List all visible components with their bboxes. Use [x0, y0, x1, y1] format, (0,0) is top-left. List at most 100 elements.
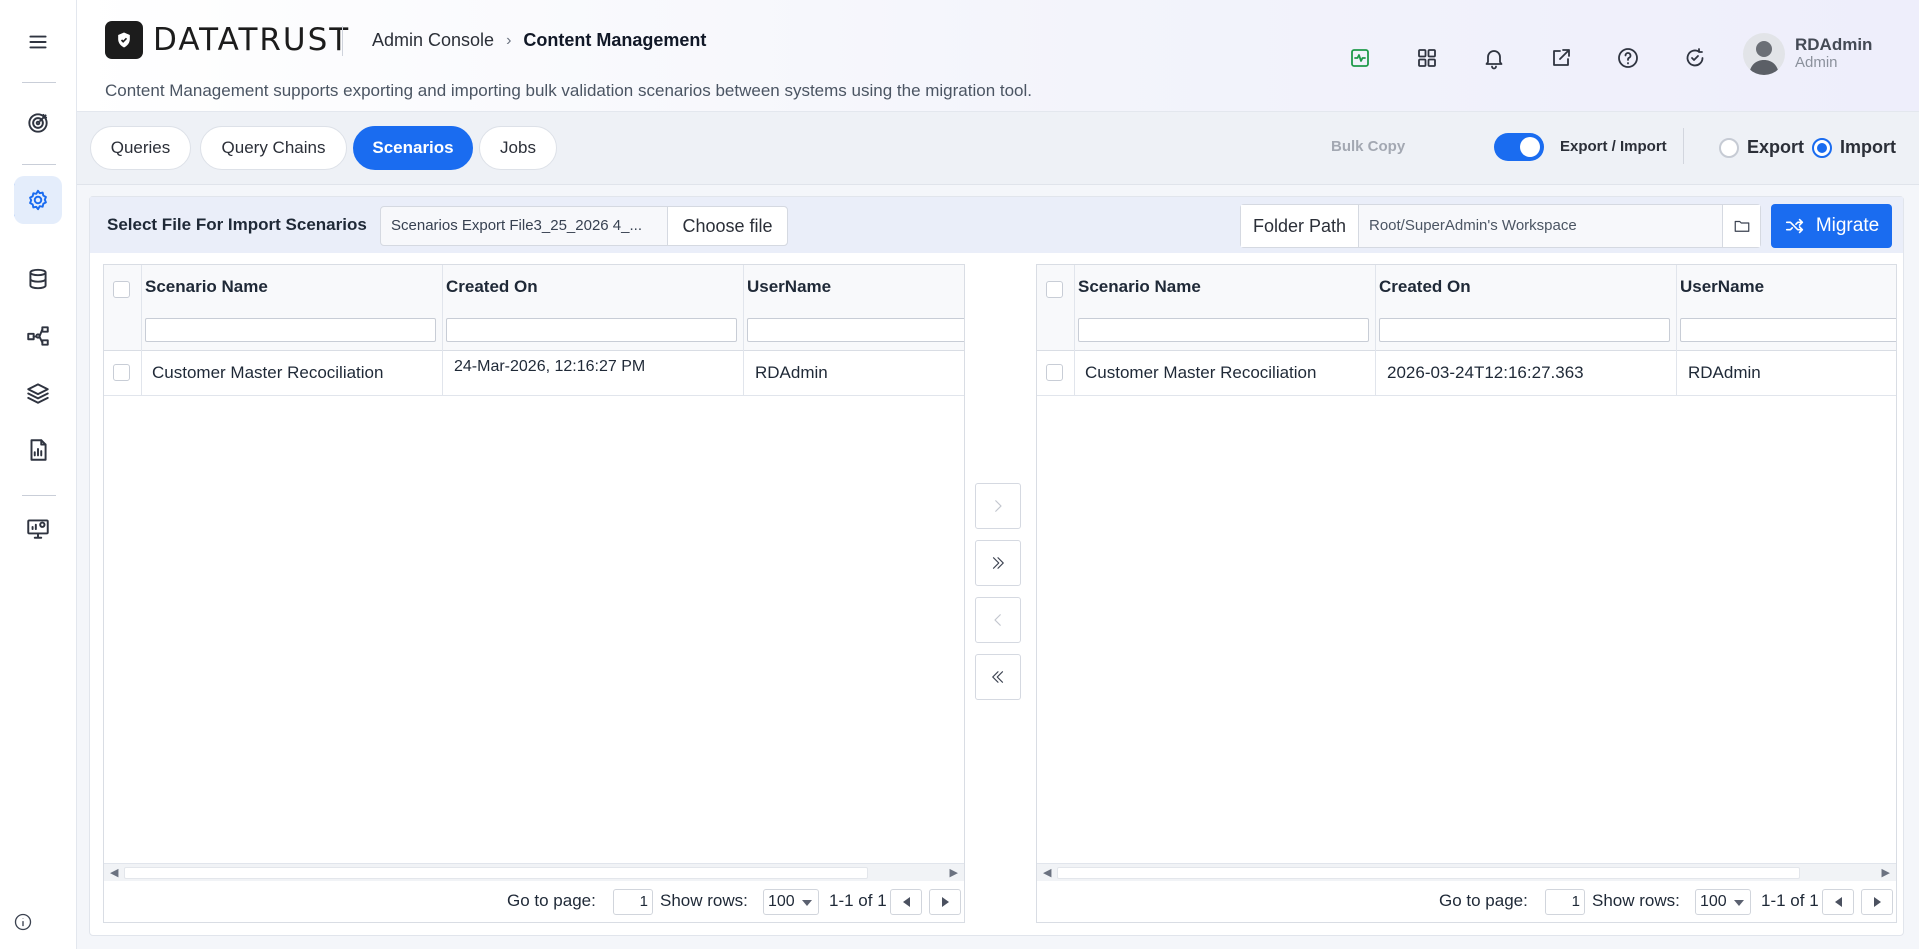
filter-input[interactable]	[446, 318, 737, 342]
chevron-right-icon	[995, 500, 1002, 512]
goto-page-input[interactable]: 1	[1545, 889, 1585, 915]
filter-input[interactable]	[1379, 318, 1670, 342]
settings-icon[interactable]	[14, 176, 62, 224]
cell-created-on: 24-Mar-2026, 12:16:27 PM	[443, 351, 744, 396]
filter-input[interactable]	[1078, 318, 1369, 342]
filter-input[interactable]	[747, 318, 964, 342]
user-profile[interactable]: RDAdmin Admin	[1743, 33, 1872, 75]
prev-page-button[interactable]	[1822, 889, 1854, 915]
page-range: 1-1 of 1	[829, 891, 887, 910]
show-rows-select[interactable]: 100	[763, 889, 819, 915]
export-radio[interactable]: Export	[1719, 137, 1804, 158]
scroll-right-icon[interactable]: ▶	[1882, 866, 1890, 879]
migrate-icon	[1785, 218, 1803, 234]
migrate-button[interactable]: Migrate	[1771, 204, 1892, 248]
monitor-settings-icon[interactable]	[14, 504, 62, 552]
target-scenarios-grid: Scenario Name Created On UserName Custom…	[1036, 264, 1897, 923]
scroll-left-icon[interactable]: ◀	[1043, 866, 1051, 879]
column-created-on: Created On	[443, 265, 744, 351]
show-rows-select[interactable]: 100	[1695, 889, 1751, 915]
scrollbar-thumb[interactable]	[1057, 867, 1800, 879]
column-scenario-name: Scenario Name	[1075, 265, 1376, 351]
left-rail	[0, 0, 77, 949]
cell-scenario-name: Customer Master Recociliation	[142, 351, 443, 396]
brand-logo[interactable]: DATATRUST	[105, 21, 350, 59]
column-created-on: Created On	[1376, 265, 1677, 351]
folder-path-input[interactable]: Root/SuperAdmin's Workspace	[1359, 205, 1722, 247]
move-all-left-button[interactable]	[975, 654, 1021, 700]
next-page-button[interactable]	[1861, 889, 1893, 915]
apps-grid-icon[interactable]	[1409, 40, 1445, 76]
help-icon[interactable]	[1610, 40, 1646, 76]
move-selected-right-button[interactable]	[975, 483, 1021, 529]
caret-left-icon	[902, 897, 910, 907]
row-checkbox[interactable]	[1046, 364, 1063, 381]
goto-page-input[interactable]: 1	[613, 889, 653, 915]
brand-name: DATATRUST	[153, 22, 351, 58]
info-icon[interactable]	[13, 912, 33, 932]
grid-header: Scenario Name Created On UserName	[104, 265, 964, 351]
folder-path-label: Folder Path	[1241, 205, 1359, 247]
bell-icon[interactable]	[1476, 40, 1512, 76]
column-title[interactable]: UserName	[747, 277, 831, 297]
selected-file-name: Scenarios Export File3_25_2026 4_...	[391, 217, 642, 234]
table-row[interactable]: Customer Master Recociliation 24-Mar-202…	[104, 351, 964, 396]
external-link-icon[interactable]	[1543, 40, 1579, 76]
hierarchy-icon[interactable]	[14, 312, 62, 360]
column-title[interactable]: Scenario Name	[145, 277, 268, 297]
breadcrumb-root[interactable]: Admin Console	[372, 30, 494, 51]
prev-page-button[interactable]	[890, 889, 922, 915]
menu-icon[interactable]	[14, 18, 62, 66]
row-checkbox[interactable]	[113, 364, 130, 381]
tab-scenarios[interactable]: Scenarios	[353, 126, 473, 170]
scrollbar-thumb[interactable]	[124, 867, 868, 879]
layers-icon[interactable]	[14, 369, 62, 417]
grid-pagination: Go to page: 1 Show rows: 100 1-1 of 1	[1037, 881, 1896, 922]
select-all-checkbox[interactable]	[1046, 281, 1063, 298]
column-title[interactable]: UserName	[1680, 277, 1764, 297]
tab-queries[interactable]: Queries	[90, 126, 191, 170]
column-title[interactable]: Scenario Name	[1078, 277, 1201, 297]
report-icon[interactable]	[14, 426, 62, 474]
tab-jobs[interactable]: Jobs	[479, 126, 557, 170]
tab-query-chains[interactable]: Query Chains	[200, 126, 347, 170]
column-username: UserName	[1677, 265, 1896, 351]
caret-left-icon	[1834, 897, 1842, 907]
show-rows-value: 100	[768, 893, 795, 910]
scroll-right-icon[interactable]: ▶	[950, 866, 958, 879]
avatar	[1743, 33, 1785, 75]
horizontal-scrollbar[interactable]: ◀ ▶	[104, 863, 964, 881]
select-all-cell	[1037, 265, 1075, 351]
grid-pagination: Go to page: 1 Show rows: 100 1-1 of 1	[104, 881, 964, 922]
caret-right-icon	[1873, 897, 1881, 907]
import-radio[interactable]: Import	[1812, 137, 1896, 158]
select-all-checkbox[interactable]	[113, 281, 130, 298]
chevron-down-icon	[802, 900, 812, 906]
column-title[interactable]: Created On	[1379, 277, 1471, 297]
refresh-check-icon[interactable]	[1677, 40, 1713, 76]
file-input[interactable]: Scenarios Export File3_25_2026 4_... Cho…	[380, 206, 788, 246]
mode-toggle[interactable]	[1494, 133, 1544, 161]
folder-icon[interactable]	[1722, 205, 1760, 247]
move-selected-left-button[interactable]	[975, 597, 1021, 643]
grid-header: Scenario Name Created On UserName	[1037, 265, 1896, 351]
folder-path-field: Folder Path Root/SuperAdmin's Workspace	[1240, 204, 1761, 248]
goto-page-label: Go to page:	[507, 891, 596, 910]
database-icon[interactable]	[14, 255, 62, 303]
horizontal-scrollbar[interactable]: ◀ ▶	[1037, 863, 1896, 881]
column-title[interactable]: Created On	[446, 277, 538, 297]
header-actions	[1342, 40, 1744, 76]
cell-created-on: 2026-03-24T12:16:27.363	[1376, 351, 1677, 396]
radio-checked-icon	[1812, 137, 1832, 158]
move-all-right-button[interactable]	[975, 540, 1021, 586]
activity-icon[interactable]	[1342, 40, 1378, 76]
filter-input[interactable]	[145, 318, 436, 342]
scroll-left-icon[interactable]: ◀	[110, 866, 118, 879]
next-page-button[interactable]	[929, 889, 961, 915]
table-row[interactable]: Customer Master Recociliation 2026-03-24…	[1037, 351, 1896, 396]
show-rows-value: 100	[1700, 893, 1727, 910]
target-icon[interactable]	[14, 99, 62, 147]
choose-file-button[interactable]: Choose file	[667, 207, 787, 245]
export-radio-label: Export	[1747, 137, 1805, 157]
filter-input[interactable]	[1680, 318, 1896, 342]
